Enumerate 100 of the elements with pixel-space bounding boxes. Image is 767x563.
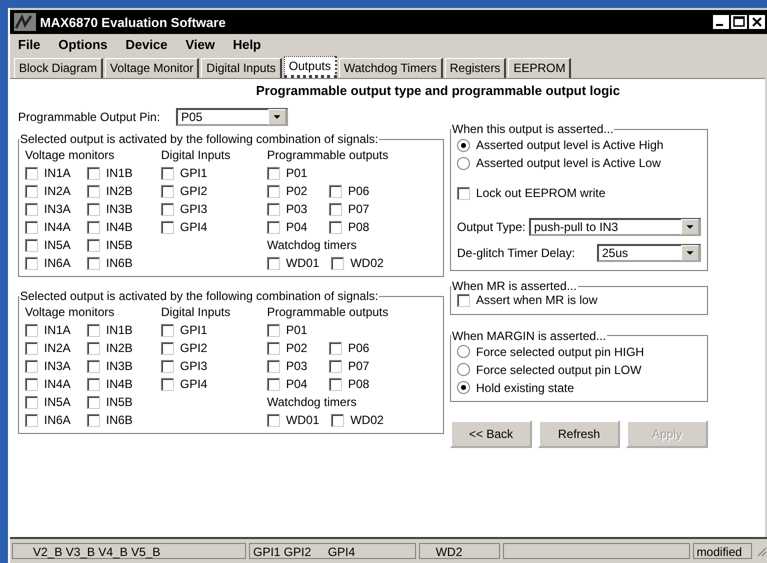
- checkbox[interactable]: P07: [329, 202, 379, 216]
- window-title: MAX6870 Evaluation Software: [40, 14, 226, 30]
- minimize-icon[interactable]: [713, 15, 729, 29]
- checkbox[interactable]: GPI2: [161, 184, 211, 198]
- maximize-icon[interactable]: [731, 15, 747, 29]
- checkbox[interactable]: IN6B: [87, 413, 137, 427]
- section-label: Watchdog timers: [267, 237, 358, 254]
- status-pane: modified: [692, 543, 752, 559]
- checkbox[interactable]: IN4B: [87, 377, 137, 391]
- checkbox[interactable]: P08: [329, 377, 379, 391]
- checkbox[interactable]: IN4A: [25, 377, 75, 391]
- checkbox[interactable]: IN5A: [25, 238, 75, 252]
- group-title: Selected output is activated by the following combination of signals:: [19, 289, 380, 303]
- status-pane: GPI1 GPI2 GPI4: [249, 543, 416, 559]
- checkbox[interactable]: P04: [267, 220, 317, 234]
- checkbox[interactable]: P04: [267, 377, 317, 391]
- menu-item[interactable]: Help: [232, 37, 261, 53]
- checkbox[interactable]: IN4A: [25, 220, 75, 234]
- radio-button[interactable]: Asserted output level is Active High: [457, 136, 701, 154]
- checkbox[interactable]: P02: [267, 341, 317, 355]
- checkbox[interactable]: IN3A: [25, 359, 75, 373]
- checkbox[interactable]: IN1B: [87, 166, 137, 180]
- checkbox[interactable]: GPI3: [161, 359, 211, 373]
- checkbox[interactable]: P06: [329, 184, 379, 198]
- checkbox[interactable]: P07: [329, 359, 379, 373]
- push-button[interactable]: Refresh: [538, 420, 620, 448]
- checkbox[interactable]: IN3A: [25, 202, 75, 216]
- group-title: Selected output is activated by the following combination of signals:: [19, 132, 380, 146]
- checkbox[interactable]: IN3B: [87, 202, 137, 216]
- checkbox[interactable]: IN6A: [25, 413, 75, 427]
- tab[interactable]: Watchdog Timers: [338, 58, 443, 78]
- tab[interactable]: Registers: [444, 58, 506, 78]
- checkbox[interactable]: P06: [329, 341, 379, 355]
- checkbox[interactable]: Assert when MR is low: [457, 293, 598, 307]
- checkbox[interactable]: IN5A: [25, 395, 75, 409]
- checkbox[interactable]: GPI2: [161, 341, 211, 355]
- checkbox[interactable]: IN5B: [87, 395, 137, 409]
- checkbox[interactable]: IN5B: [87, 238, 137, 252]
- checkbox[interactable]: IN2A: [25, 341, 75, 355]
- tab[interactable]: EEPROM: [508, 58, 572, 78]
- checkbox[interactable]: P01: [267, 323, 317, 337]
- checkbox[interactable]: WD01: [267, 413, 320, 427]
- group-title: When MR is asserted...: [451, 279, 578, 293]
- checkbox[interactable]: P02: [267, 184, 317, 198]
- push-button[interactable]: << Back: [450, 420, 532, 448]
- checkbox[interactable]: IN2B: [87, 184, 137, 198]
- checkbox[interactable]: GPI1: [161, 323, 211, 337]
- status-pane: V2_B V3_B V4_B V5_B: [12, 543, 246, 559]
- pin-dropdown[interactable]: P05: [176, 108, 288, 126]
- field-label: De-glitch Timer Delay:: [457, 246, 576, 260]
- section-label: Voltage monitors: [25, 304, 116, 321]
- checkbox[interactable]: IN6B: [87, 256, 137, 270]
- close-icon[interactable]: [749, 15, 765, 29]
- group-title: When MARGIN is asserted...: [451, 328, 608, 342]
- checkbox[interactable]: GPI4: [161, 220, 211, 234]
- deglitch-dropdown[interactable]: 25us: [597, 244, 701, 262]
- pin-label: Programmable Output Pin:: [18, 110, 160, 124]
- checkbox[interactable]: IN4B: [87, 220, 137, 234]
- section-label: Programmable outputs: [267, 304, 390, 321]
- checkbox[interactable]: WD02: [331, 413, 384, 427]
- checkbox[interactable]: P03: [267, 202, 317, 216]
- checkbox[interactable]: IN1A: [25, 166, 75, 180]
- checkbox[interactable]: IN2B: [87, 341, 137, 355]
- menu-item[interactable]: Options: [58, 37, 108, 53]
- menu-item[interactable]: File: [18, 37, 40, 53]
- page-heading: Programmable output type and programmable output logic: [254, 83, 622, 98]
- menu-item[interactable]: Device: [126, 37, 168, 53]
- checkbox[interactable]: IN6A: [25, 256, 75, 270]
- section-label: Watchdog timers: [267, 394, 358, 411]
- section-label: Voltage monitors: [25, 147, 116, 164]
- checkbox[interactable]: P08: [329, 220, 379, 234]
- checkbox[interactable]: GPI4: [161, 377, 211, 391]
- field-label: Output Type:: [457, 220, 526, 234]
- output-type-dropdown[interactable]: push-pull to IN3: [529, 218, 701, 236]
- radio-button[interactable]: Asserted output level is Active Low: [457, 154, 701, 172]
- tab[interactable]: Digital Inputs: [201, 58, 282, 78]
- checkbox[interactable]: P01: [267, 166, 317, 180]
- checkbox[interactable]: P03: [267, 359, 317, 373]
- app-logo-icon: [14, 13, 36, 31]
- checkbox[interactable]: Lock out EEPROM write: [457, 186, 606, 200]
- checkbox[interactable]: GPI3: [161, 202, 211, 216]
- checkbox[interactable]: IN1B: [87, 323, 137, 337]
- tab[interactable]: Voltage Monitor: [105, 58, 200, 78]
- checkbox[interactable]: IN1A: [25, 323, 75, 337]
- radio-button[interactable]: Force selected output pin HIGH: [457, 342, 701, 360]
- checkbox[interactable]: WD01: [267, 256, 320, 270]
- checkbox[interactable]: IN3B: [87, 359, 137, 373]
- menu-item[interactable]: View: [185, 37, 215, 53]
- radio-button[interactable]: Force selected output pin LOW: [457, 360, 701, 378]
- section-label: Digital Inputs: [161, 147, 232, 164]
- resize-grip-icon[interactable]: [755, 545, 767, 557]
- checkbox[interactable]: GPI1: [161, 166, 211, 180]
- tab[interactable]: Block Diagram: [14, 58, 104, 78]
- section-label: Digital Inputs: [161, 304, 232, 321]
- radio-button[interactable]: Hold existing state: [457, 378, 701, 396]
- checkbox[interactable]: IN2A: [25, 184, 75, 198]
- tab[interactable]: Outputs: [284, 56, 337, 78]
- section-label: Programmable outputs: [267, 147, 390, 164]
- checkbox[interactable]: WD02: [331, 256, 384, 270]
- group-title: When this output is asserted...: [451, 122, 614, 136]
